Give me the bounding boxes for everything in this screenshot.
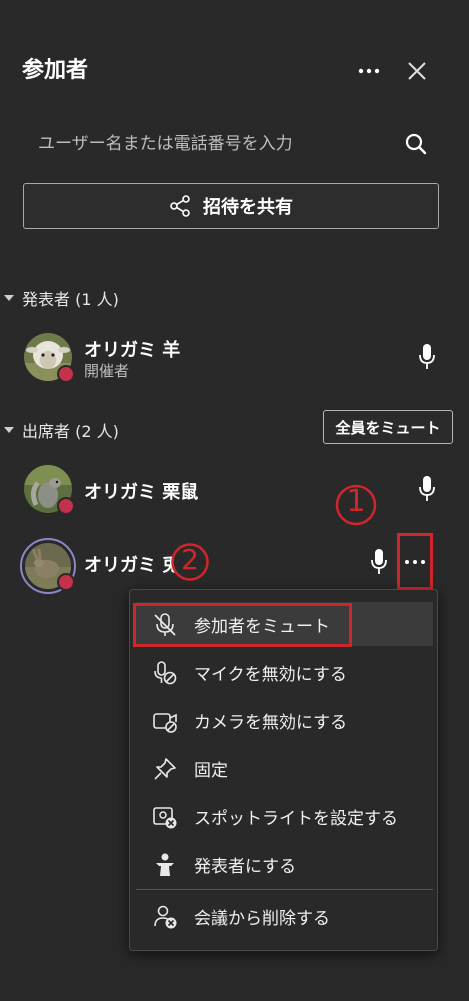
mic-off-icon (154, 613, 176, 636)
search-icon[interactable] (404, 132, 428, 156)
status-badge (57, 365, 75, 383)
menu-item-disable-mic[interactable]: マイクを無効にする (136, 650, 433, 694)
menu-item-label: 会議から削除する (194, 908, 330, 929)
microphone-icon (419, 344, 435, 369)
menu-item-label: カメラを無効にする (194, 712, 348, 733)
menu-item-remove-from-meeting[interactable]: 会議から削除する (136, 894, 433, 938)
mic-disabled-icon (154, 661, 177, 685)
mute-all-button[interactable]: 全員をミュート (323, 410, 453, 444)
menu-item-mute-participant[interactable]: 参加者をミュート (136, 602, 433, 646)
close-icon (408, 62, 426, 80)
menu-divider (136, 889, 433, 890)
participant-role: 開催者 (84, 362, 130, 380)
share-invite-button[interactable]: 招待を共有 (23, 183, 439, 229)
menu-item-label: 発表者にする (194, 856, 297, 877)
remove-person-icon (154, 905, 177, 929)
annotation-step-1: 1 (346, 484, 366, 519)
menu-item-label: スポットライトを設定する (194, 808, 398, 829)
presenters-section-header[interactable]: 発表者 (1 人) (4, 286, 119, 310)
caret-down-icon (4, 427, 14, 433)
microphone-icon (419, 476, 435, 501)
camera-disabled-icon (153, 713, 177, 733)
attendees-section-header[interactable]: 出席者 (2 人) (4, 418, 119, 442)
pin-icon (154, 758, 176, 780)
status-badge (57, 573, 75, 591)
share-icon (170, 195, 190, 217)
participant-name: オリガミ 栗鼠 (84, 482, 199, 503)
menu-item-label: 参加者をミュート (194, 616, 330, 637)
search-box (24, 122, 442, 166)
participant-context-menu: 参加者をミュート マイクを無効にする カメラを無効にする 固定 スポットライトを… (129, 589, 438, 951)
presenter-icon (156, 853, 174, 876)
menu-item-make-presenter[interactable]: 発表者にする (136, 842, 433, 886)
participant-row[interactable] (24, 465, 75, 515)
menu-item-label: マイクを無効にする (194, 664, 347, 685)
panel-title: 参加者 (22, 58, 89, 83)
status-badge (57, 497, 75, 515)
more-options-icon (405, 559, 425, 564)
participant-row[interactable] (20, 538, 76, 594)
microphone-icon (371, 549, 387, 574)
menu-item-pin[interactable]: 固定 (136, 746, 433, 790)
participant-name: オリガミ 羊 (84, 340, 181, 361)
annotation-step-2: 2 (181, 543, 199, 576)
spotlight-icon (153, 807, 177, 829)
close-button[interactable] (400, 56, 434, 86)
menu-item-label: 固定 (194, 760, 228, 781)
participant-more-options-button[interactable] (397, 533, 433, 590)
participant-name: オリガミ 兎 (84, 555, 181, 576)
more-options-icon (358, 68, 380, 74)
more-options-button[interactable] (352, 56, 386, 86)
menu-item-disable-camera[interactable]: カメラを無効にする (136, 698, 433, 742)
share-invite-label: 招待を共有 (203, 197, 293, 218)
menu-item-spotlight[interactable]: スポットライトを設定する (136, 794, 433, 838)
participant-row[interactable] (24, 333, 75, 383)
caret-down-icon (4, 295, 14, 301)
search-input[interactable] (24, 122, 398, 166)
presenters-header-label: 発表者 (1 人) (22, 290, 119, 309)
attendees-header-label: 出席者 (2 人) (22, 422, 119, 441)
